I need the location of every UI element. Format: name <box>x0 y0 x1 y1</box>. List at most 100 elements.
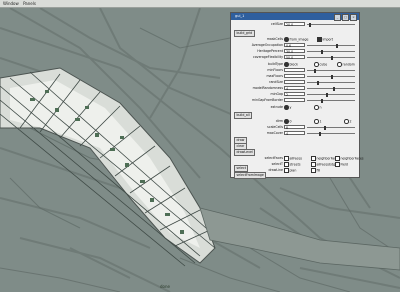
option-label: streets <box>289 162 301 167</box>
slider-knob[interactable] <box>331 55 333 60</box>
slider-knob[interactable] <box>309 22 311 27</box>
param-slider[interactable] <box>307 55 355 60</box>
slider-knob[interactable] <box>317 80 319 85</box>
option-label: block <box>289 62 298 67</box>
param-slider[interactable] <box>307 49 355 54</box>
param-slider[interactable] <box>307 74 355 79</box>
slider-knob[interactable] <box>326 92 328 97</box>
face-option[interactable]: neighborFaces <box>335 156 364 161</box>
radio-icon <box>337 62 342 67</box>
dir-param-row: maxCover 4 <box>231 131 361 136</box>
build-type-option[interactable]: random <box>337 62 355 67</box>
param-field[interactable] <box>284 68 305 72</box>
close-icon[interactable]: × <box>350 14 357 21</box>
select-button[interactable]: select <box>234 165 249 172</box>
option-label: cube <box>319 62 328 67</box>
dir-option[interactable]: 1 <box>314 119 322 124</box>
draw-level-button[interactable]: drawLevel <box>234 149 256 156</box>
dir-option[interactable]: 2 <box>344 119 352 124</box>
param-field[interactable]: 0.6 <box>284 43 305 48</box>
param-label: minFloors <box>267 68 283 72</box>
build-type-option[interactable]: block <box>284 62 298 67</box>
slider-knob[interactable] <box>336 43 338 48</box>
param-slider[interactable] <box>307 86 355 91</box>
param-field[interactable]: 8 <box>284 125 305 130</box>
build-type-option[interactable]: cube <box>314 62 327 67</box>
option-label: neighborFaces <box>340 156 364 161</box>
param-slider[interactable] <box>307 92 355 97</box>
param-field[interactable]: 4 <box>284 131 305 136</box>
option-label: plan <box>289 168 297 173</box>
mask-cells-label: maskCells <box>266 37 283 41</box>
option-label: fill <box>316 168 321 173</box>
mask-option-from-image[interactable]: from_image <box>284 37 308 42</box>
option-label: 0 <box>289 119 292 124</box>
build-grid-button[interactable]: build_grid <box>234 30 255 37</box>
slider-knob[interactable] <box>321 49 323 54</box>
select-from-image-button[interactable]: selectFromImage <box>234 172 267 179</box>
extrude-row: extrude y n <box>231 105 361 110</box>
mask-option-import[interactable]: import <box>317 37 333 42</box>
checkbox-icon <box>284 168 289 173</box>
option-label: 2 <box>349 119 352 124</box>
checkbox-icon <box>335 162 340 167</box>
checkbox-icon <box>311 156 316 161</box>
menu-panels[interactable]: Panels <box>23 1 36 6</box>
param-field[interactable] <box>284 80 305 84</box>
type-param-row: minGapFromBorder <box>231 98 361 103</box>
status-text: done <box>160 284 170 289</box>
param-field[interactable]: 2 <box>284 92 305 97</box>
param-slider[interactable] <box>307 98 355 103</box>
param-field[interactable]: 30.0 <box>284 49 305 54</box>
panel-titlebar[interactable]: gui_1 _ □ × <box>231 13 359 21</box>
slider-knob[interactable] <box>331 74 333 79</box>
minimize-icon[interactable]: _ <box>334 14 341 21</box>
slider-knob[interactable] <box>319 131 321 136</box>
dir-option[interactable]: 0 <box>284 119 292 124</box>
param-field[interactable] <box>284 74 305 78</box>
param-field[interactable]: 50.0 <box>284 55 305 60</box>
face-option[interactable]: streets <box>284 162 300 167</box>
option-label: import <box>322 37 334 42</box>
type-param-row: minGap 2 <box>231 92 361 97</box>
face-option[interactable]: allFaces <box>284 156 302 161</box>
param-slider[interactable] <box>307 68 355 73</box>
type-param-row: minFloors <box>231 68 361 73</box>
param-field[interactable] <box>284 98 305 102</box>
param-label: AverageOccupation <box>251 43 283 47</box>
window-buttons: _ □ × <box>334 14 357 21</box>
checkbox-icon <box>311 168 316 173</box>
mask-cells-row: maskCells from_image import <box>231 37 361 42</box>
slider-knob[interactable] <box>314 68 316 73</box>
param-label: modelRandomness <box>252 86 283 90</box>
extrude-option-y[interactable]: y <box>284 105 291 110</box>
face-option[interactable]: plan <box>284 168 296 173</box>
radio-icon <box>314 105 319 110</box>
param-slider[interactable] <box>307 80 355 85</box>
extrude-option-n[interactable]: n <box>314 105 322 110</box>
param-slider[interactable] <box>307 43 355 48</box>
radio-icon <box>314 119 319 124</box>
face-option[interactable]: fill <box>311 168 320 173</box>
param-slider[interactable] <box>307 131 355 136</box>
dir-param-row: scaleCells 8 <box>231 125 361 130</box>
radio-icon <box>284 119 289 124</box>
slider-knob[interactable] <box>321 98 323 103</box>
radio-icon <box>284 37 289 42</box>
param-slider[interactable] <box>307 125 355 130</box>
cell-size-slider[interactable] <box>307 22 355 27</box>
maximize-icon[interactable]: □ <box>342 14 349 21</box>
face-option[interactable]: Field <box>335 162 348 167</box>
cell-size-field[interactable]: 20.0 <box>284 22 305 27</box>
radio-icon <box>284 105 289 110</box>
build-all-button[interactable]: build_all <box>234 112 253 119</box>
slider-knob[interactable] <box>324 125 326 130</box>
menu-window[interactable]: Window <box>3 1 19 6</box>
checkbox-icon <box>317 37 322 42</box>
option-label: from_image <box>289 37 309 42</box>
param-label: HeritagePercent <box>257 49 283 53</box>
draw-line-label: drawLine <box>268 168 283 172</box>
param-field[interactable]: 4 <box>284 86 305 91</box>
checkbox-icon <box>284 156 289 161</box>
slider-knob[interactable] <box>333 86 335 91</box>
